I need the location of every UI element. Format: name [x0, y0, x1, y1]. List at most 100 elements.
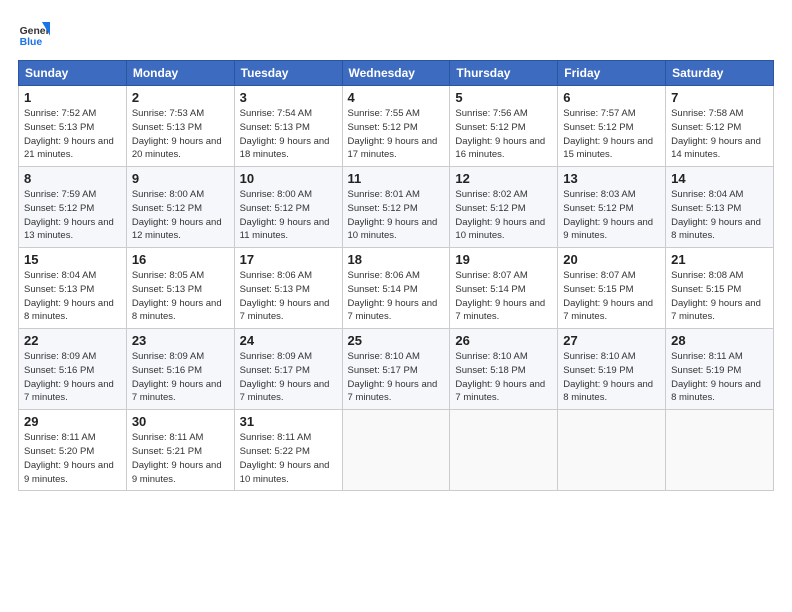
day-info: Sunrise: 8:07 AMSunset: 5:14 PMDaylight:…: [455, 269, 552, 324]
day-info: Sunrise: 7:53 AMSunset: 5:13 PMDaylight:…: [132, 107, 229, 162]
day-number: 28: [671, 333, 768, 348]
day-number: 8: [24, 171, 121, 186]
calendar-cell: 24 Sunrise: 8:09 AMSunset: 5:17 PMDayligh…: [234, 329, 342, 410]
day-info: Sunrise: 8:09 AMSunset: 5:17 PMDaylight:…: [240, 350, 337, 405]
day-number: 13: [563, 171, 660, 186]
calendar-cell: 17 Sunrise: 8:06 AMSunset: 5:13 PMDayligh…: [234, 248, 342, 329]
calendar-cell: 4 Sunrise: 7:55 AMSunset: 5:12 PMDaylight…: [342, 86, 450, 167]
weekday-header-tuesday: Tuesday: [234, 61, 342, 86]
logo: General Blue: [18, 18, 50, 50]
day-number: 21: [671, 252, 768, 267]
day-number: 30: [132, 414, 229, 429]
day-info: Sunrise: 8:02 AMSunset: 5:12 PMDaylight:…: [455, 188, 552, 243]
day-info: Sunrise: 7:52 AMSunset: 5:13 PMDaylight:…: [24, 107, 121, 162]
day-info: Sunrise: 8:11 AMSunset: 5:19 PMDaylight:…: [671, 350, 768, 405]
calendar-cell: 9 Sunrise: 8:00 AMSunset: 5:12 PMDaylight…: [126, 167, 234, 248]
calendar-cell: 12 Sunrise: 8:02 AMSunset: 5:12 PMDayligh…: [450, 167, 558, 248]
day-info: Sunrise: 7:59 AMSunset: 5:12 PMDaylight:…: [24, 188, 121, 243]
day-info: Sunrise: 8:10 AMSunset: 5:17 PMDaylight:…: [348, 350, 445, 405]
day-info: Sunrise: 8:06 AMSunset: 5:13 PMDaylight:…: [240, 269, 337, 324]
day-info: Sunrise: 8:04 AMSunset: 5:13 PMDaylight:…: [671, 188, 768, 243]
calendar-cell: 3 Sunrise: 7:54 AMSunset: 5:13 PMDaylight…: [234, 86, 342, 167]
calendar-cell: 28 Sunrise: 8:11 AMSunset: 5:19 PMDayligh…: [666, 329, 774, 410]
day-number: 1: [24, 90, 121, 105]
day-info: Sunrise: 7:55 AMSunset: 5:12 PMDaylight:…: [348, 107, 445, 162]
day-info: Sunrise: 7:54 AMSunset: 5:13 PMDaylight:…: [240, 107, 337, 162]
day-info: Sunrise: 8:10 AMSunset: 5:19 PMDaylight:…: [563, 350, 660, 405]
day-number: 12: [455, 171, 552, 186]
calendar-cell: 18Sunrise: 8:06 AMSunset: 5:14 PMDayligh…: [342, 248, 450, 329]
day-info: Sunrise: 8:00 AMSunset: 5:12 PMDaylight:…: [240, 188, 337, 243]
day-number: 26: [455, 333, 552, 348]
day-number: 20: [563, 252, 660, 267]
day-number: 18: [348, 252, 445, 267]
day-number: 25: [348, 333, 445, 348]
day-info: Sunrise: 8:08 AMSunset: 5:15 PMDaylight:…: [671, 269, 768, 324]
calendar-cell: 2 Sunrise: 7:53 AMSunset: 5:13 PMDaylight…: [126, 86, 234, 167]
day-info: Sunrise: 8:09 AMSunset: 5:16 PMDaylight:…: [24, 350, 121, 405]
calendar-cell: 5 Sunrise: 7:56 AMSunset: 5:12 PMDaylight…: [450, 86, 558, 167]
calendar-cell: 26 Sunrise: 8:10 AMSunset: 5:18 PMDayligh…: [450, 329, 558, 410]
day-number: 22: [24, 333, 121, 348]
day-number: 15: [24, 252, 121, 267]
calendar-cell: 14Sunrise: 8:04 AMSunset: 5:13 PMDayligh…: [666, 167, 774, 248]
calendar-cell: 23Sunrise: 8:09 AMSunset: 5:16 PMDayligh…: [126, 329, 234, 410]
calendar-cell: 30 Sunrise: 8:11 AMSunset: 5:21 PMDayligh…: [126, 410, 234, 491]
svg-text:Blue: Blue: [20, 37, 43, 48]
calendar-cell: [666, 410, 774, 491]
calendar-cell: 31 Sunrise: 8:11 AMSunset: 5:22 PMDayligh…: [234, 410, 342, 491]
weekday-header-friday: Friday: [558, 61, 666, 86]
day-number: 24: [240, 333, 337, 348]
weekday-header-wednesday: Wednesday: [342, 61, 450, 86]
day-number: 17: [240, 252, 337, 267]
day-number: 5: [455, 90, 552, 105]
calendar-cell: 15 Sunrise: 8:04 AMSunset: 5:13 PMDayligh…: [19, 248, 127, 329]
calendar-cell: 21 Sunrise: 8:08 AMSunset: 5:15 PMDayligh…: [666, 248, 774, 329]
weekday-header-sunday: Sunday: [19, 61, 127, 86]
logo-icon: General Blue: [18, 18, 50, 50]
calendar-cell: 20 Sunrise: 8:07 AMSunset: 5:15 PMDayligh…: [558, 248, 666, 329]
day-info: Sunrise: 8:11 AMSunset: 5:21 PMDaylight:…: [132, 431, 229, 486]
weekday-header-thursday: Thursday: [450, 61, 558, 86]
calendar-cell: 1 Sunrise: 7:52 AMSunset: 5:13 PMDaylight…: [19, 86, 127, 167]
day-number: 29: [24, 414, 121, 429]
day-info: Sunrise: 8:11 AMSunset: 5:20 PMDaylight:…: [24, 431, 121, 486]
day-number: 4: [348, 90, 445, 105]
calendar-cell: 11Sunrise: 8:01 AMSunset: 5:12 PMDayligh…: [342, 167, 450, 248]
day-number: 23: [132, 333, 229, 348]
day-number: 9: [132, 171, 229, 186]
calendar-cell: 13 Sunrise: 8:03 AMSunset: 5:12 PMDayligh…: [558, 167, 666, 248]
page: General Blue SundayMondayTuesdayWednesda…: [0, 0, 792, 501]
day-info: Sunrise: 8:04 AMSunset: 5:13 PMDaylight:…: [24, 269, 121, 324]
calendar-cell: [342, 410, 450, 491]
calendar-cell: 16 Sunrise: 8:05 AMSunset: 5:13 PMDayligh…: [126, 248, 234, 329]
day-number: 11: [348, 171, 445, 186]
weekday-header-saturday: Saturday: [666, 61, 774, 86]
day-info: Sunrise: 8:11 AMSunset: 5:22 PMDaylight:…: [240, 431, 337, 486]
day-number: 6: [563, 90, 660, 105]
calendar-cell: 27 Sunrise: 8:10 AMSunset: 5:19 PMDayligh…: [558, 329, 666, 410]
day-number: 31: [240, 414, 337, 429]
day-info: Sunrise: 7:58 AMSunset: 5:12 PMDaylight:…: [671, 107, 768, 162]
day-info: Sunrise: 8:07 AMSunset: 5:15 PMDaylight:…: [563, 269, 660, 324]
day-number: 16: [132, 252, 229, 267]
header: General Blue: [18, 18, 774, 50]
day-info: Sunrise: 8:03 AMSunset: 5:12 PMDaylight:…: [563, 188, 660, 243]
day-number: 27: [563, 333, 660, 348]
calendar-cell: 29 Sunrise: 8:11 AMSunset: 5:20 PMDayligh…: [19, 410, 127, 491]
calendar-cell: 25 Sunrise: 8:10 AMSunset: 5:17 PMDayligh…: [342, 329, 450, 410]
day-number: 19: [455, 252, 552, 267]
calendar-cell: 8 Sunrise: 7:59 AMSunset: 5:12 PMDaylight…: [19, 167, 127, 248]
day-info: Sunrise: 8:05 AMSunset: 5:13 PMDaylight:…: [132, 269, 229, 324]
day-info: Sunrise: 8:10 AMSunset: 5:18 PMDaylight:…: [455, 350, 552, 405]
calendar-cell: 6 Sunrise: 7:57 AMSunset: 5:12 PMDaylight…: [558, 86, 666, 167]
day-number: 7: [671, 90, 768, 105]
calendar-cell: 19 Sunrise: 8:07 AMSunset: 5:14 PMDayligh…: [450, 248, 558, 329]
calendar-cell: 22 Sunrise: 8:09 AMSunset: 5:16 PMDayligh…: [19, 329, 127, 410]
day-number: 2: [132, 90, 229, 105]
day-info: Sunrise: 7:56 AMSunset: 5:12 PMDaylight:…: [455, 107, 552, 162]
day-info: Sunrise: 7:57 AMSunset: 5:12 PMDaylight:…: [563, 107, 660, 162]
day-info: Sunrise: 8:00 AMSunset: 5:12 PMDaylight:…: [132, 188, 229, 243]
day-number: 3: [240, 90, 337, 105]
weekday-header-monday: Monday: [126, 61, 234, 86]
